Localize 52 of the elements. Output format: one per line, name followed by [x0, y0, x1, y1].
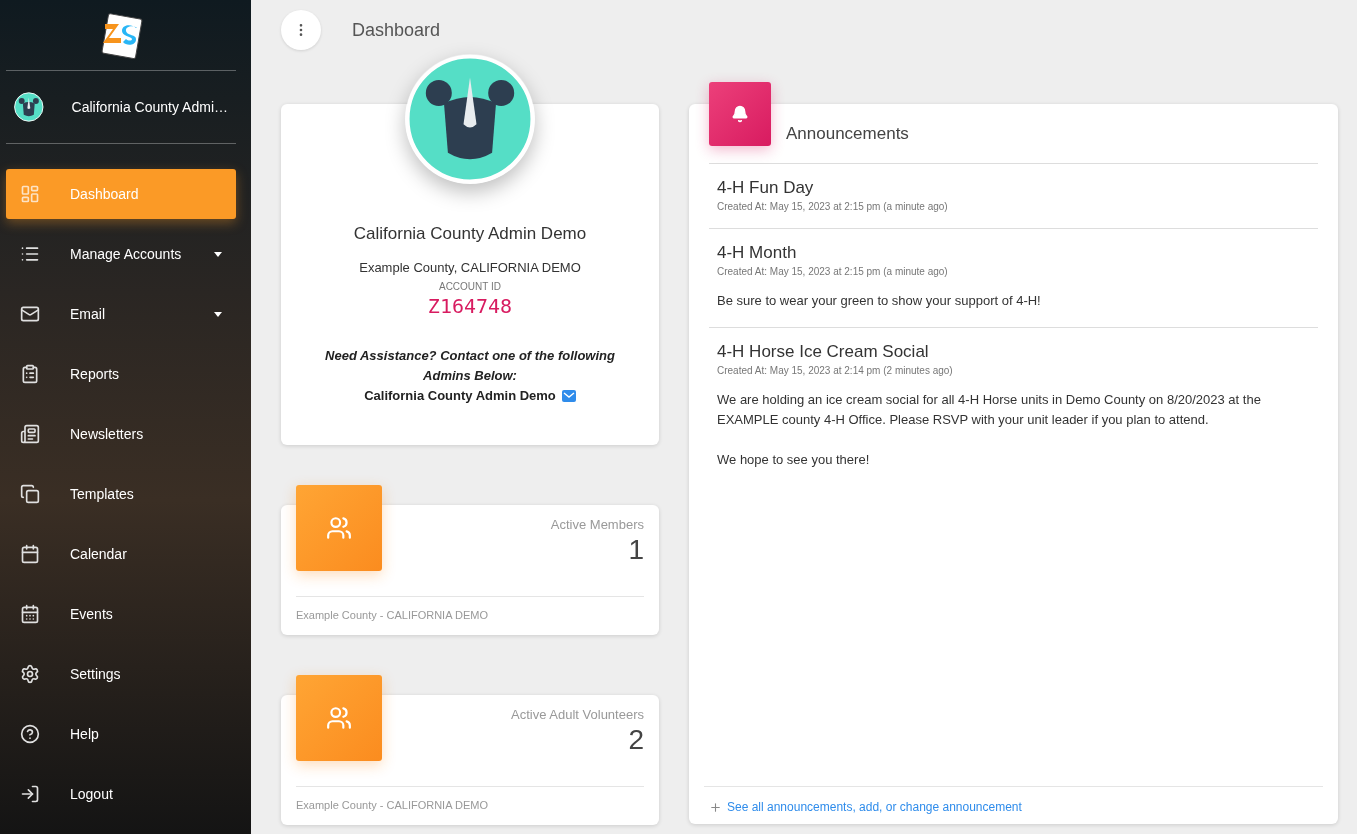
nav-item[interactable]: Logout	[6, 769, 236, 819]
nav-item[interactable]: Calendar	[6, 529, 236, 579]
newspaper-icon	[20, 424, 40, 444]
user-name[interactable]: California County Admi…	[71, 99, 228, 115]
copy-icon	[20, 484, 40, 504]
clipboard-icon	[20, 364, 40, 384]
assistance-text: Need Assistance? Contact one of the following Admins Below:	[324, 347, 616, 385]
account-id: Z164748	[427, 294, 513, 318]
announcement-title: 4-H Fun Day	[717, 178, 815, 198]
nav-item[interactable]: Newsletters	[6, 409, 236, 459]
plus-icon	[709, 800, 722, 814]
announcement-title: 4-H Horse Ice Cream Social	[717, 342, 930, 362]
users-icon	[326, 515, 352, 541]
logout-icon	[20, 784, 40, 804]
user-avatar	[14, 89, 44, 125]
stat-label: Active Adult Volunteers	[511, 707, 644, 722]
announcements-link[interactable]: See all announcements, add, or change announcement	[727, 800, 1022, 814]
announcement-text: We are holding an ice cream social for all 4-H Horse units in Demo County on 8/20/2023 at the EXAMPLE county 4-H Office. Please RSVP with your unit leader if you plan to attend.	[717, 391, 1262, 429]
profile-county: Example County, CALIFORNIA DEMO	[359, 260, 581, 275]
nav-item[interactable]: Events	[6, 589, 236, 639]
stat-footer: Example County - CALIFORNIA DEMO	[296, 786, 644, 825]
nav-item[interactable]: Help	[6, 709, 236, 759]
nav-item[interactable]: Templates	[6, 469, 236, 519]
nav-item[interactable]: Reports	[6, 349, 236, 399]
nav-item[interactable]: Email	[6, 289, 236, 339]
nav-item[interactable]: Settings	[6, 649, 236, 699]
page-title: Dashboard	[352, 19, 441, 41]
announcement-date: Created At: May 15, 2023 at 2:14 pm (2 minutes ago)	[717, 365, 954, 376]
announcement-text: Be sure to wear your green to show your support of 4-H!	[717, 292, 1042, 310]
announcement-text: We hope to see you there!	[717, 451, 871, 469]
mail-icon	[20, 304, 40, 324]
settings-icon	[20, 664, 40, 684]
users-icon	[326, 705, 352, 731]
account-id-label: ACCOUNT ID	[438, 281, 501, 292]
mail-icon[interactable]	[561, 389, 576, 402]
announcement-date: Created At: May 15, 2023 at 2:15 pm (a minute ago)	[717, 266, 949, 277]
dashboard-icon	[20, 184, 40, 204]
stat-value: 1	[628, 534, 644, 566]
announcement-date: Created At: May 15, 2023 at 2:15 pm (a minute ago)	[717, 201, 949, 212]
calendar-icon	[20, 544, 40, 564]
stat-value: 2	[628, 724, 644, 756]
profile-name: California County Admin Demo	[353, 224, 587, 244]
calendar-icon	[20, 604, 40, 624]
announcements-title: Announcements	[786, 123, 909, 144]
bell-icon	[731, 104, 749, 123]
admin-name: California County Admin Demo	[364, 388, 556, 403]
list-icon	[20, 244, 40, 264]
stat-label: Active Members	[550, 517, 644, 532]
announcement-title: 4-H Month	[717, 243, 798, 263]
stat-footer: Example County - CALIFORNIA DEMO	[296, 596, 644, 635]
nav-item[interactable]: Manage Accounts	[6, 229, 236, 279]
help-icon	[20, 724, 40, 744]
